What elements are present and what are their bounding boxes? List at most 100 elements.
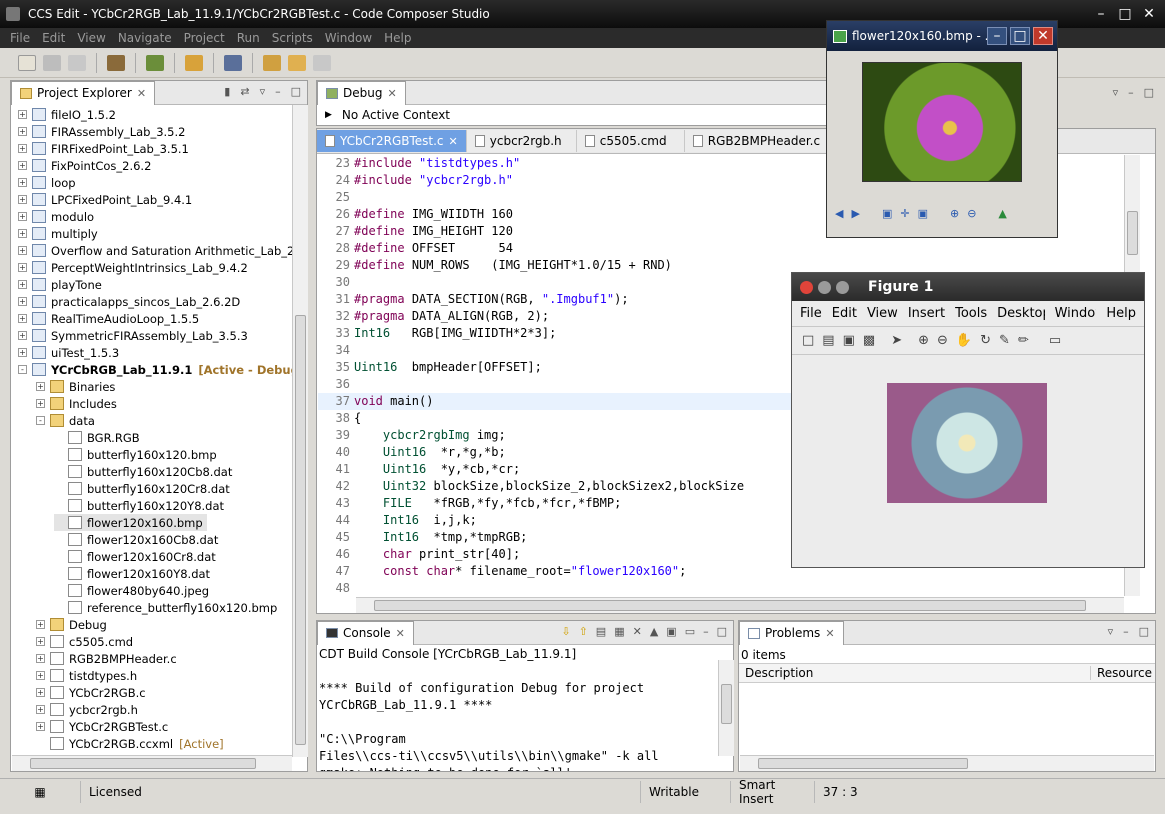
collapse-all-icon[interactable]: ▮ <box>224 85 230 98</box>
expand-icon[interactable]: + <box>18 229 27 238</box>
collapse-icon[interactable]: - <box>18 365 27 374</box>
display-console-icon[interactable]: ▣ <box>666 625 676 638</box>
maximize-icon[interactable]: □ <box>1139 625 1149 638</box>
minimize-icon[interactable]: – <box>1123 625 1129 638</box>
clear-console-icon[interactable]: ✕ <box>633 625 642 638</box>
tree-item[interactable]: + ycbcr2rgb.h <box>36 701 138 718</box>
tree-item[interactable]: + practicalapps_sincos_Lab_2.6.2D <box>18 293 240 310</box>
back-arrow-icon[interactable] <box>288 54 306 71</box>
tree-item[interactable]: + LPCFixedPoint_Lab_9.4.1 <box>18 191 192 208</box>
brush-icon[interactable]: ✏ <box>1018 333 1029 348</box>
scroll-thumb[interactable] <box>758 758 968 769</box>
dock-icon[interactable]: ▭ <box>1049 333 1061 348</box>
menu-view[interactable]: View <box>71 31 111 45</box>
tree-horizontal-scrollbar[interactable] <box>12 755 292 771</box>
next-icon[interactable]: ▶ <box>851 207 859 220</box>
pan-hand-icon[interactable]: ✋ <box>956 333 972 348</box>
tree-item[interactable]: flower120x160Y8.dat <box>54 565 210 582</box>
close-icon[interactable]: ✕ <box>387 87 396 100</box>
code-line[interactable]: 48 <box>318 580 1124 596</box>
figure-menu-tools[interactable]: Tools <box>955 306 987 321</box>
new-figure-icon[interactable]: □ <box>802 333 814 348</box>
fit-icon[interactable]: ▣ <box>882 207 892 220</box>
expand-icon[interactable]: + <box>36 637 45 646</box>
figure-menu-window[interactable]: Window <box>1055 306 1097 321</box>
problems-horizontal-scrollbar[interactable] <box>740 755 1154 771</box>
tree-item[interactable]: + Debug <box>36 616 107 633</box>
maximize-icon[interactable]: □ <box>1010 27 1030 45</box>
view-menu-icon[interactable]: ▿ <box>260 85 266 98</box>
scroll-thumb[interactable] <box>374 600 1086 611</box>
last-edit-icon[interactable] <box>263 54 281 71</box>
figure-menu-file[interactable]: File <box>800 306 822 321</box>
tree-item[interactable]: + SymmetricFIRAssembly_Lab_3.5.3 <box>18 327 248 344</box>
description-column[interactable]: Description <box>739 666 1091 680</box>
save-icon[interactable]: ▣ <box>843 333 855 348</box>
tab-debug[interactable]: Debug ✕ <box>317 80 406 105</box>
view-icon[interactable] <box>224 54 242 71</box>
tree-item[interactable]: + fileIO_1.5.2 <box>18 106 116 123</box>
expand-icon[interactable]: + <box>18 246 27 255</box>
tree-item[interactable]: + tistdtypes.h <box>36 667 137 684</box>
figure-menu-edit[interactable]: Edit <box>832 306 857 321</box>
expand-icon[interactable]: + <box>36 722 45 731</box>
close-icon[interactable]: ✕ <box>449 135 458 148</box>
close-icon[interactable] <box>800 280 813 294</box>
tree-item[interactable]: + c5505.cmd <box>36 633 133 650</box>
tree-item[interactable]: + modulo <box>18 208 94 225</box>
maximize-icon[interactable] <box>836 280 849 294</box>
expand-icon[interactable]: + <box>18 280 27 289</box>
open-icon[interactable]: ▤ <box>822 333 834 348</box>
tab-project-explorer[interactable]: Project Explorer ✕ <box>11 80 156 105</box>
menu-window[interactable]: Window <box>319 31 378 45</box>
maximize-icon[interactable]: □ <box>291 85 301 98</box>
expand-icon[interactable]: + <box>18 144 27 153</box>
tree-item[interactable]: + FIRAssembly_Lab_3.5.2 <box>18 123 185 140</box>
expand-icon[interactable]: + <box>18 195 27 204</box>
tree-item[interactable]: + PerceptWeightIntrinsics_Lab_9.4.2 <box>18 259 248 276</box>
word-wrap-icon[interactable]: ▦ <box>614 625 624 638</box>
tree-item[interactable]: flower120x160Cb8.dat <box>54 531 218 548</box>
menu-navigate[interactable]: Navigate <box>112 31 178 45</box>
menu-file[interactable]: File <box>4 31 36 45</box>
tab-editor-3[interactable]: RGB2BMPHeader.c <box>684 130 835 152</box>
expand-arrow-icon[interactable]: ▶ <box>325 110 332 120</box>
tree-item[interactable]: + FIRFixedPoint_Lab_3.5.1 <box>18 140 189 157</box>
expand-icon[interactable]: + <box>36 688 45 697</box>
tree-item[interactable]: butterfly160x120Cb8.dat <box>54 463 232 480</box>
view-menu-icon[interactable]: ▿ <box>1108 625 1114 638</box>
rotate-icon[interactable]: ▲ <box>998 207 1006 220</box>
menu-scripts[interactable]: Scripts <box>266 31 319 45</box>
zoom-in-icon[interactable]: ⊕ <box>918 333 929 348</box>
menu-edit[interactable]: Edit <box>36 31 71 45</box>
maximize-icon[interactable]: □ <box>1144 86 1154 99</box>
expand-icon[interactable]: + <box>18 161 27 170</box>
expand-icon[interactable]: + <box>18 178 27 187</box>
code-line[interactable]: 28 #define OFFSET 54 <box>318 240 1124 257</box>
tree-item[interactable]: flower480by640.jpeg <box>54 582 209 599</box>
tree-item[interactable]: + multiply <box>18 225 98 242</box>
pin-console-icon[interactable]: ▲ <box>650 625 658 638</box>
tree-item[interactable]: + YCbCr2RGBTest.c <box>36 718 168 735</box>
expand-icon[interactable]: + <box>18 110 27 119</box>
zoom-out-icon[interactable]: ⊖ <box>937 333 948 348</box>
tree-item[interactable]: + RGB2BMPHeader.c <box>36 650 177 667</box>
minimize-icon[interactable]: – <box>275 85 281 98</box>
collapse-icon[interactable]: - <box>36 416 45 425</box>
minimize-icon[interactable]: – <box>703 625 709 638</box>
tab-problems[interactable]: Problems ✕ <box>739 620 844 645</box>
tree-item[interactable]: flower120x160.bmp <box>54 514 207 531</box>
tree-item[interactable]: butterfly160x120.bmp <box>54 446 217 463</box>
pointer-icon[interactable]: ➤ <box>891 333 902 348</box>
rotate-icon[interactable]: ↻ <box>980 333 991 348</box>
expand-icon[interactable]: + <box>18 348 27 357</box>
minimize-icon[interactable]: – <box>1128 86 1134 99</box>
tree-item[interactable]: - data <box>36 412 95 429</box>
new-icon[interactable] <box>18 54 36 71</box>
close-icon[interactable]: ✕ <box>1033 27 1053 45</box>
tab-console[interactable]: Console ✕ <box>317 620 414 645</box>
build-hammer-icon[interactable] <box>107 54 125 71</box>
expand-icon[interactable]: + <box>18 212 27 221</box>
forward-arrow-icon[interactable] <box>313 54 331 71</box>
figure-menu-desktop[interactable]: Desktop <box>997 306 1044 321</box>
